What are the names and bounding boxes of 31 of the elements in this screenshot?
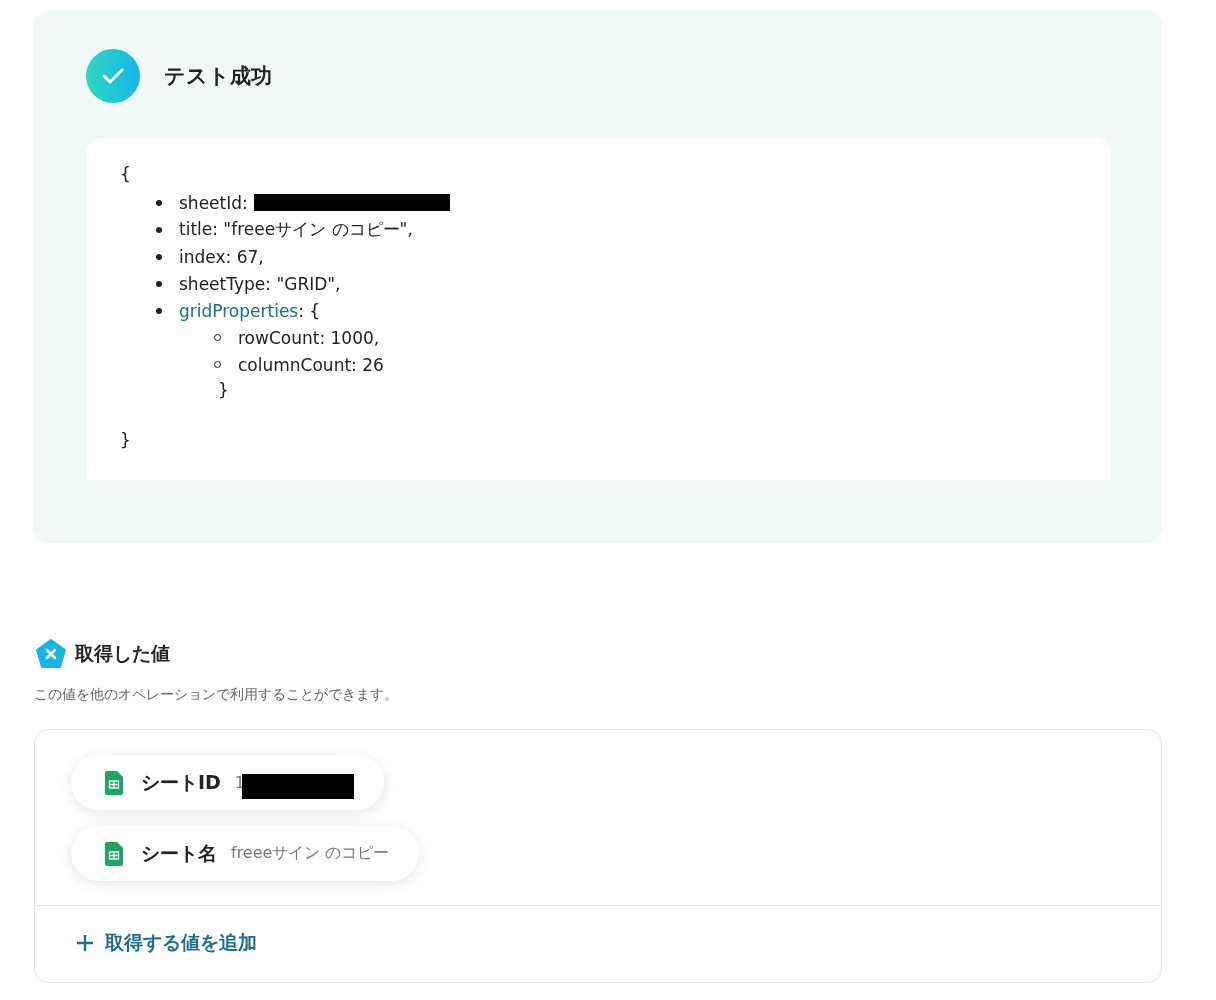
add-value-button[interactable]: 取得する値を追加 [75, 930, 257, 956]
code-line: sheetType: "GRID", [179, 273, 341, 294]
value-label: シートID [141, 769, 221, 795]
value-text: freeeサイン のコピー [231, 843, 390, 864]
brace: } [217, 379, 230, 402]
status-title: テスト成功 [164, 63, 272, 90]
value-chip[interactable]: シート名 freeeサイン のコピー [71, 826, 420, 881]
brace: } [120, 429, 132, 452]
bullet-icon [156, 280, 162, 287]
value-text: 1 [234, 773, 246, 792]
value-label: シート名 [141, 840, 217, 866]
value-chip[interactable]: シートID 1 [71, 755, 385, 810]
bullet-icon [156, 253, 162, 260]
section-description: この値を他のオペレーションで利用することができます。 [34, 686, 399, 704]
pentagon-icon [36, 639, 66, 669]
plus-icon [75, 933, 95, 953]
bullet-icon [156, 307, 162, 314]
checkmark-icon [86, 49, 140, 103]
spreadsheet-icon [105, 770, 123, 795]
code-line: : { [298, 300, 321, 321]
section-title: 取得した値 [75, 641, 170, 666]
property-link[interactable]: gridProperties [179, 300, 299, 321]
brace: { [120, 163, 132, 186]
bullet-icon [156, 226, 162, 233]
code-line: columnCount: 26 [238, 354, 384, 375]
code-line: sheetId: [179, 192, 248, 213]
spreadsheet-icon [105, 841, 123, 866]
code-line: title: "freeeサイン のコピー", [179, 218, 413, 241]
code-line: index: 67, [179, 246, 264, 267]
code-line: rowCount: 1000, [238, 327, 380, 348]
bullet-icon [156, 199, 162, 206]
